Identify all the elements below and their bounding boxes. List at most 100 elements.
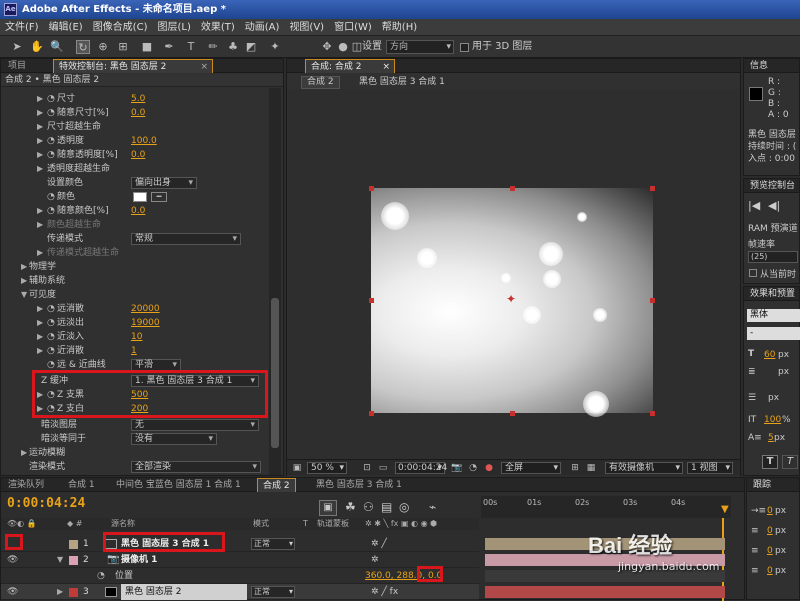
mode-column[interactable]: 模式 bbox=[253, 518, 269, 530]
pan-behind-tool-icon[interactable]: ⊞ bbox=[116, 40, 130, 54]
eye-icon[interactable]: 👁 bbox=[7, 552, 18, 568]
zoom-tool-icon[interactable]: 🔍 bbox=[50, 40, 64, 54]
menu-view[interactable]: 视图(V) bbox=[284, 19, 329, 36]
label-color[interactable] bbox=[69, 556, 78, 565]
views-dropdown[interactable]: 1 视图 bbox=[687, 462, 733, 474]
resolution-dropdown[interactable]: 全屏 bbox=[501, 462, 561, 474]
handle[interactable] bbox=[369, 298, 374, 303]
tab-render-queue[interactable]: 渲染队列 bbox=[3, 478, 49, 492]
list-item[interactable]: ▶ 透明度超越生命 bbox=[1, 162, 269, 176]
camera-dropdown[interactable]: 有效摄像机 bbox=[605, 462, 683, 474]
preview-always-icon[interactable]: ▣ bbox=[291, 462, 303, 474]
faux-bold-button[interactable]: T bbox=[762, 455, 778, 469]
dim-layer-dropdown[interactable]: 无 bbox=[131, 419, 259, 431]
pen-tool-icon[interactable]: ✒ bbox=[162, 40, 176, 54]
tab-comp-2[interactable]: 合成 2 bbox=[257, 478, 296, 492]
layer-name[interactable]: 摄像机 1 bbox=[121, 552, 157, 568]
brush-tool-icon[interactable]: ✏ bbox=[206, 40, 220, 54]
list-item[interactable]: ▶ 物理学 bbox=[1, 260, 269, 274]
first-frame-icon[interactable]: |◀ bbox=[748, 199, 760, 212]
region-of-interest-icon[interactable]: ⊞ bbox=[569, 462, 581, 474]
list-item[interactable]: ▶ ◔ 远消散 20000 bbox=[1, 302, 269, 316]
axis-mode-icon[interactable]: ✥ bbox=[320, 40, 334, 54]
composition-frame[interactable]: ✦ bbox=[371, 188, 653, 417]
handle[interactable] bbox=[650, 298, 655, 303]
breadcrumb-path[interactable]: 黑色 固态层 3 合成 1 bbox=[359, 76, 445, 89]
eraser-tool-icon[interactable]: ◩ bbox=[244, 40, 258, 54]
handle[interactable] bbox=[650, 186, 655, 191]
handle[interactable] bbox=[510, 411, 515, 416]
transfer-mode-dropdown[interactable]: 常规 bbox=[131, 233, 241, 245]
transparency-grid-icon[interactable]: ▦ bbox=[585, 462, 597, 474]
list-item[interactable]: ▶ ◔ 随意颜色[%] 0.0 bbox=[1, 204, 269, 218]
list-item[interactable]: ▶ 辅助系统 bbox=[1, 274, 269, 288]
list-item[interactable]: ▶ ◔ 近淡入 10 bbox=[1, 330, 269, 344]
list-item[interactable]: ▼ 可见度 bbox=[1, 288, 269, 302]
comp-mini-flowchart-icon[interactable]: ▣ bbox=[319, 500, 337, 516]
expand-triangle-icon[interactable]: ▼ bbox=[57, 552, 63, 568]
font-style-field[interactable]: - bbox=[747, 327, 800, 340]
list-item[interactable]: ▶ 传递模式超越生命 bbox=[1, 246, 269, 260]
handle[interactable] bbox=[369, 186, 374, 191]
tab-composition[interactable]: 合成: 合成 2 × bbox=[305, 59, 395, 73]
frame-rate-dropdown[interactable]: (25) bbox=[748, 251, 798, 263]
menu-edit[interactable]: 编辑(E) bbox=[44, 19, 88, 36]
tab-effects-presets[interactable]: 效果和预置 bbox=[744, 287, 799, 301]
eyedropper-icon[interactable]: ━ bbox=[151, 192, 167, 202]
previous-frame-icon[interactable]: ◀| bbox=[768, 199, 780, 212]
list-item[interactable]: ▶ ◔ 透明度 100.0 bbox=[1, 134, 269, 148]
list-item[interactable]: ▶ ◔ 远淡出 19000 bbox=[1, 316, 269, 330]
table-row[interactable]: 👁 ▼ 2 📷 摄像机 1 ✲ bbox=[1, 552, 479, 568]
table-row[interactable]: 👁 ▶ 3 黑色 固态层 2 正常 ✲ ╱ fx bbox=[1, 584, 479, 600]
effect-controls-scrollbar[interactable] bbox=[269, 88, 281, 475]
selection-tool-icon[interactable]: ➤ bbox=[10, 40, 24, 54]
channel-icon[interactable]: ● bbox=[483, 462, 495, 474]
camera-orbit-tool-icon[interactable]: ⊕ bbox=[96, 40, 110, 54]
tab-info[interactable]: 信息 bbox=[744, 59, 799, 73]
handle[interactable] bbox=[650, 411, 655, 416]
table-row[interactable]: 1 黑色 固态层 3 合成 1 正常 ✲ ╱ bbox=[1, 536, 479, 552]
show-snapshot-icon[interactable]: ◔ bbox=[467, 462, 479, 474]
handle[interactable] bbox=[369, 411, 374, 416]
menu-layer[interactable]: 图层(L) bbox=[152, 19, 195, 36]
hand-tool-icon[interactable]: ✋ bbox=[30, 40, 44, 54]
from-current-checkbox[interactable] bbox=[749, 269, 757, 277]
handle[interactable] bbox=[510, 186, 515, 191]
close-tab-icon[interactable]: × bbox=[200, 60, 208, 74]
tab-comp-1[interactable]: 合成 1 bbox=[63, 478, 100, 492]
frame-blending-icon[interactable]: ▤ bbox=[381, 500, 392, 514]
layer-name[interactable]: 黑色 固态层 3 合成 1 bbox=[121, 536, 209, 552]
tab-blue-solid-comp[interactable]: 中间色 宝蓝色 固态层 1 合成 1 bbox=[111, 478, 246, 492]
layer-name[interactable]: 黑色 固态层 2 bbox=[121, 584, 247, 600]
list-item[interactable]: ▶ 颜色超越生命 bbox=[1, 218, 269, 232]
use-for-3d-checkbox[interactable] bbox=[460, 43, 469, 52]
rotate-tool-icon[interactable]: ↻ bbox=[76, 40, 90, 54]
composition-viewer[interactable]: ✦ bbox=[287, 89, 740, 499]
list-item[interactable]: ▶ ◔ 随意尺寸[%] 0.0 bbox=[1, 106, 269, 120]
safe-zones-icon[interactable]: ⊡ bbox=[361, 462, 373, 474]
expand-triangle-icon[interactable]: ▶ bbox=[57, 584, 63, 600]
spacing-value[interactable]: 0 bbox=[767, 566, 773, 576]
stopwatch-icon[interactable]: ◔ bbox=[97, 568, 105, 584]
color-swatch[interactable] bbox=[133, 192, 147, 202]
collapse-transform-icon[interactable]: ✲ ╱ bbox=[371, 536, 387, 552]
menu-file[interactable]: 文件(F) bbox=[0, 19, 44, 36]
list-item[interactable]: ▶ ◔ 尺寸 5.0 bbox=[1, 92, 269, 106]
close-tab-icon[interactable]: × bbox=[382, 60, 390, 74]
position-value[interactable]: 360.0, 288.0, 0.0 bbox=[365, 568, 442, 584]
list-item[interactable]: ▶ 运动模糊 bbox=[1, 446, 269, 460]
clone-stamp-tool-icon[interactable]: ♣ bbox=[226, 40, 240, 54]
dim-equals-dropdown[interactable]: 没有 bbox=[131, 433, 217, 445]
tab-effect-controls[interactable]: 特效控制台: 黑色 固态层 2 × bbox=[53, 59, 213, 73]
timeline-current-time[interactable]: 0:00:04:24 bbox=[7, 496, 85, 511]
spacing-value[interactable]: 0 bbox=[767, 546, 773, 556]
time-ruler[interactable]: 00s 01s 02s 03s 04s ▼ bbox=[481, 496, 731, 518]
table-row[interactable]: ◔ 位置 360.0, 288.0, 0.0 bbox=[1, 568, 479, 584]
faux-italic-button[interactable]: T bbox=[782, 455, 798, 469]
playhead-icon[interactable]: ▼ bbox=[721, 504, 729, 515]
menu-window[interactable]: 窗口(W) bbox=[329, 19, 377, 36]
graph-editor-icon[interactable]: ⌁ bbox=[429, 500, 436, 514]
scale-value[interactable]: 100 bbox=[764, 415, 781, 425]
blend-mode-dropdown[interactable]: 正常 bbox=[251, 538, 295, 550]
tab-preview[interactable]: 预览控制台 bbox=[744, 179, 799, 193]
